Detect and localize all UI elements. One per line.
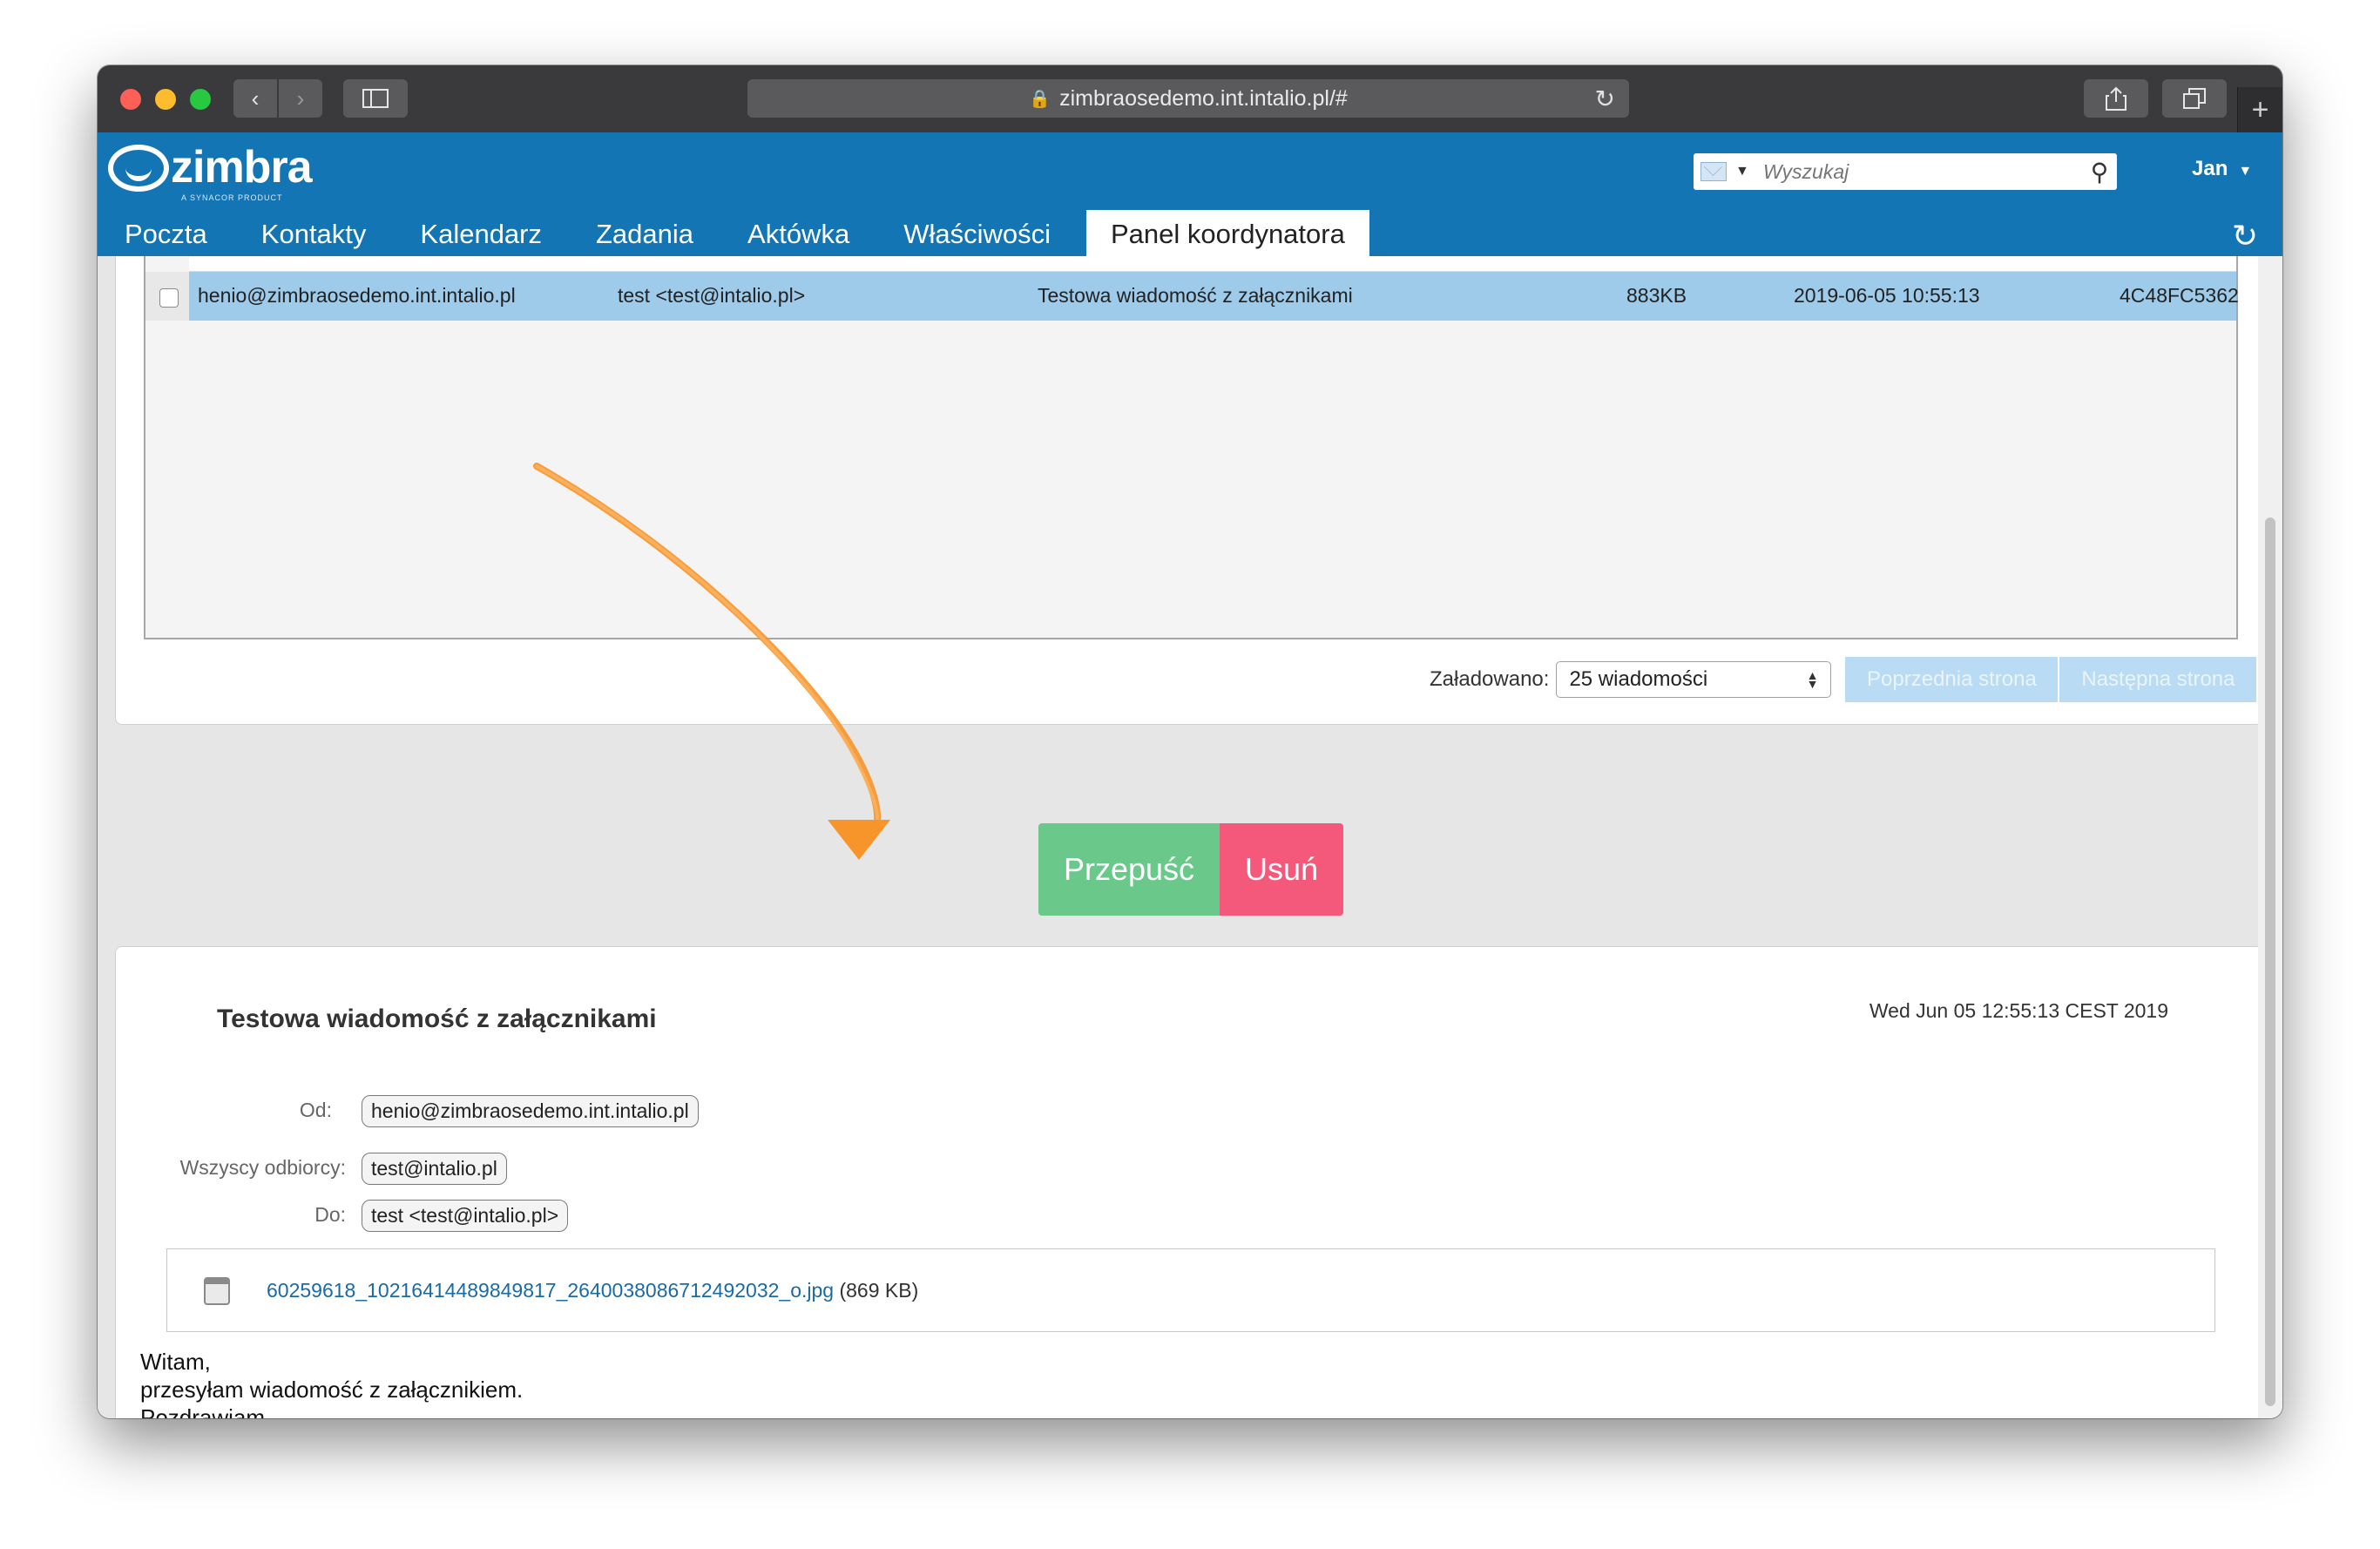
row-to: test <test@intalio.pl> bbox=[618, 284, 806, 307]
browser-window: ‹ › 🔒 zimbraosedemo.int.intalio.pl/# ↻ +… bbox=[98, 65, 2282, 1418]
minimize-window-button[interactable] bbox=[155, 89, 176, 110]
previous-page-button[interactable]: Poprzednia strona bbox=[1845, 657, 2059, 702]
body-line: Pozdrawiam. bbox=[140, 1404, 272, 1418]
scrollbar[interactable] bbox=[2258, 256, 2282, 1418]
page-size-select[interactable]: 25 wiadomości ▲ ▼ bbox=[1556, 661, 1832, 698]
lock-icon: 🔒 bbox=[1029, 89, 1051, 109]
recipient-pill[interactable]: test@intalio.pl bbox=[362, 1153, 507, 1185]
to-label: Do: bbox=[314, 1203, 346, 1226]
table-row[interactable]: henio@zimbraosedemo.int.intalio.pl test … bbox=[145, 272, 2239, 321]
zoom-window-button[interactable] bbox=[190, 89, 211, 110]
reload-icon[interactable]: ↻ bbox=[1595, 85, 1615, 113]
page-size-value: 25 wiadomości bbox=[1569, 667, 1708, 691]
plus-icon: + bbox=[2251, 92, 2269, 126]
close-window-button[interactable] bbox=[120, 89, 141, 110]
refresh-icon[interactable]: ↻ bbox=[2232, 218, 2258, 254]
row-subject: Testowa wiadomość z załącznikami bbox=[1038, 284, 1353, 307]
queue-list-panel: henio@zimbraosedemo.int.intalio.pl test … bbox=[115, 256, 2263, 725]
all-recipients-label: Wszyscy odbiorcy: bbox=[179, 1156, 346, 1179]
user-name: Jan bbox=[2192, 157, 2228, 180]
tabs-icon bbox=[2183, 88, 2206, 109]
message-subject: Testowa wiadomość z załącznikami bbox=[217, 1004, 657, 1033]
zimbra-logo[interactable]: zimbra A SYNACOR PRODUCT bbox=[108, 142, 313, 202]
attachment-link[interactable]: 60259618_10216414489849817_2640038086712… bbox=[267, 1279, 834, 1302]
address-bar-url: zimbraosedemo.int.intalio.pl/# bbox=[1059, 85, 1348, 111]
sidebar-icon bbox=[362, 89, 389, 108]
logo-subtext: A SYNACOR PRODUCT bbox=[181, 193, 283, 202]
pagination-bar: Załadowano: 25 wiadomości ▲ ▼ Poprzednia … bbox=[1430, 657, 2257, 702]
message-preview: Testowa wiadomość z załącznikami Wed Jun… bbox=[115, 946, 2263, 1418]
forward-button[interactable]: › bbox=[279, 79, 322, 118]
select-arrows-icon: ▲ ▼ bbox=[1806, 668, 1819, 691]
tab-coordinator-panel[interactable]: Panel koordynatora bbox=[1086, 210, 1369, 256]
back-button[interactable]: ‹ bbox=[233, 79, 277, 118]
message-date: Wed Jun 05 12:55:13 CEST 2019 bbox=[1869, 999, 2168, 1022]
moderation-actions: Przepuść Usuń bbox=[1038, 823, 1343, 916]
from-address-pill[interactable]: henio@zimbraosedemo.int.intalio.pl bbox=[362, 1095, 699, 1127]
sidebar-toggle-button[interactable] bbox=[343, 79, 408, 118]
chevron-left-icon: ‹ bbox=[251, 85, 260, 112]
row-date: 2019-06-05 10:55:13 bbox=[1794, 284, 1980, 307]
next-page-button[interactable]: Następna strona bbox=[2059, 657, 2257, 702]
attachment-box: 60259618_10216414489849817_2640038086712… bbox=[166, 1248, 2215, 1332]
row-id: 4C48FC5362 bbox=[2120, 284, 2239, 307]
row-from: henio@zimbraosedemo.int.intalio.pl bbox=[198, 284, 516, 307]
logo-text: zimbra bbox=[171, 142, 313, 193]
row-size: 883KB bbox=[1626, 284, 1687, 307]
body-line: Witam, bbox=[140, 1349, 211, 1375]
grid-header-edge bbox=[189, 256, 2236, 272]
tab-contacts[interactable]: Kontakty bbox=[234, 210, 394, 256]
share-icon bbox=[2106, 86, 2126, 111]
attachment-entry: 60259618_10216414489849817_2640038086712… bbox=[267, 1279, 918, 1302]
tab-overview-button[interactable] bbox=[2162, 79, 2227, 118]
share-button[interactable] bbox=[2084, 79, 2148, 118]
main-nav: Poczta Kontakty Kalendarz Zadania Aktówk… bbox=[98, 210, 1369, 256]
from-label: Od: bbox=[299, 1099, 332, 1121]
message-queue-grid: henio@zimbraosedemo.int.intalio.pl test … bbox=[144, 256, 2239, 639]
tab-preferences[interactable]: Właściwości bbox=[876, 210, 1078, 256]
image-attachment-icon bbox=[204, 1277, 230, 1305]
delete-button[interactable]: Usuń bbox=[1220, 823, 1343, 916]
address-bar[interactable]: 🔒 zimbraosedemo.int.intalio.pl/# ↻ bbox=[747, 79, 1629, 118]
tab-calendar[interactable]: Kalendarz bbox=[393, 210, 569, 256]
caret-down-icon: ▼ bbox=[2238, 164, 2253, 179]
attachment-size: (869 KB) bbox=[839, 1279, 919, 1302]
browser-titlebar: ‹ › 🔒 zimbraosedemo.int.intalio.pl/# ↻ + bbox=[98, 65, 2282, 132]
scrollbar-thumb[interactable] bbox=[2265, 517, 2275, 1406]
app-header: zimbra A SYNACOR PRODUCT ▼ ⚲ Jan ▼ Poczta… bbox=[98, 132, 2282, 256]
caret-down-icon: ▼ bbox=[1735, 164, 1749, 179]
body-line: przesyłam wiadomość z załącznikiem. bbox=[140, 1377, 524, 1403]
message-body: Witam, przesyłam wiadomość z załącznikie… bbox=[140, 1348, 523, 1418]
pass-button[interactable]: Przepuść bbox=[1038, 823, 1220, 916]
new-tab-button[interactable]: + bbox=[2237, 87, 2282, 132]
search-bar: ▼ ⚲ bbox=[1694, 153, 2117, 190]
loaded-label: Załadowano: bbox=[1430, 667, 1550, 691]
tab-mail[interactable]: Poczta bbox=[98, 210, 234, 256]
search-icon[interactable]: ⚲ bbox=[2082, 158, 2117, 186]
main-content: henio@zimbraosedemo.int.intalio.pl test … bbox=[98, 256, 2263, 1418]
mail-envelope-icon bbox=[1700, 162, 1727, 181]
chevron-right-icon: › bbox=[296, 85, 305, 112]
tab-tasks[interactable]: Zadania bbox=[569, 210, 720, 256]
zimbra-logo-icon bbox=[108, 145, 169, 192]
user-menu[interactable]: Jan ▼ bbox=[2192, 157, 2252, 181]
row-checkbox[interactable] bbox=[159, 288, 179, 308]
search-type-dropdown[interactable]: ▼ bbox=[1694, 153, 1756, 190]
tab-briefcase[interactable]: Aktówka bbox=[720, 210, 876, 256]
search-input[interactable] bbox=[1755, 159, 2082, 184]
to-address-pill[interactable]: test <test@intalio.pl> bbox=[362, 1200, 569, 1232]
